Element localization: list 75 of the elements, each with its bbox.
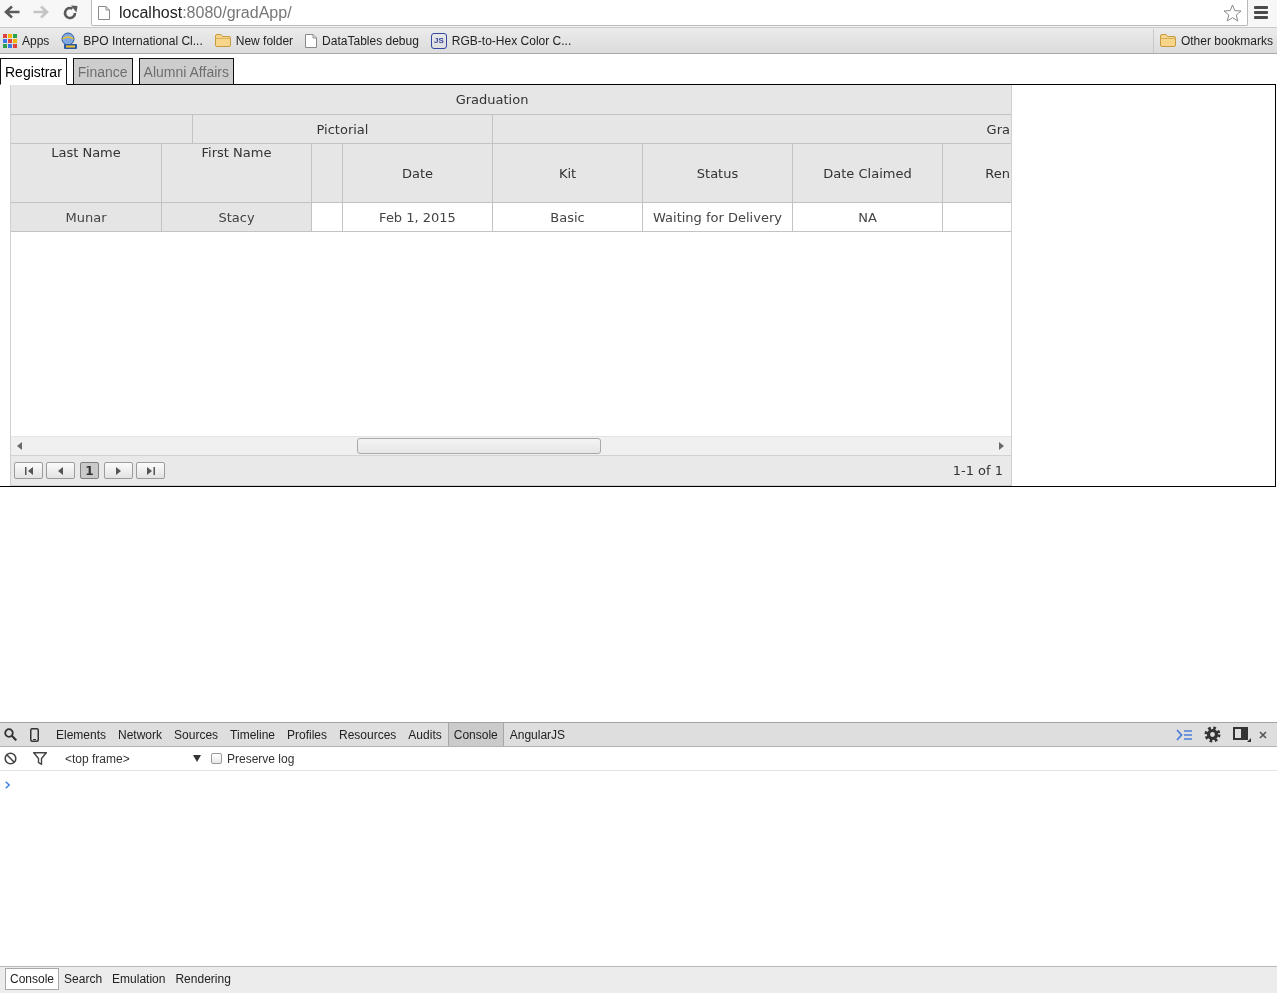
- close-icon[interactable]: [1259, 730, 1267, 739]
- page-icon: [98, 5, 110, 20]
- page-summary: 1-1 of 1: [952, 463, 1003, 478]
- triangle-right-icon: [116, 466, 121, 475]
- devtools-tab[interactable]: Profiles: [281, 723, 333, 746]
- bookmark-link[interactable]: Other bookmarks: [1159, 30, 1273, 51]
- prompt-list-icon[interactable]: [1176, 728, 1192, 741]
- devtools-tab[interactable]: Audits: [402, 723, 448, 746]
- bookmark-link[interactable]: Apps: [3, 30, 56, 51]
- mobile-device-icon[interactable]: [30, 727, 39, 742]
- globe-logo-icon: [61, 32, 79, 49]
- drawer-tab[interactable]: Emulation: [107, 968, 171, 990]
- drawer-tab[interactable]: Rendering: [170, 968, 236, 990]
- column-group-header: Pictorial: [316, 121, 369, 137]
- reload-icon[interactable]: [62, 5, 78, 21]
- column-header[interactable]: Kit: [558, 165, 577, 181]
- devtools-tab[interactable]: Sources: [168, 723, 225, 746]
- checkbox-label[interactable]: Preserve log: [227, 751, 295, 766]
- scroll-right-icon[interactable]: [999, 442, 1004, 450]
- caret-icon: [193, 755, 201, 762]
- last-page-button[interactable]: [136, 462, 165, 479]
- js-logo: JS: [430, 32, 447, 49]
- folder-icon: [214, 34, 231, 47]
- prompt-icon: [5, 781, 10, 789]
- page-icon: [305, 33, 318, 48]
- first-page-button[interactable]: [14, 462, 43, 479]
- table-cell: Waiting for Delivery: [653, 209, 782, 225]
- star-icon[interactable]: [1223, 3, 1242, 22]
- bookmark-link[interactable]: BPO International Cl...: [61, 30, 209, 51]
- apps-grid-icon: [3, 33, 17, 48]
- page-button[interactable]: 1: [80, 462, 99, 479]
- column-group-header: Gra: [986, 121, 1010, 137]
- drawer-tab[interactable]: Search: [59, 968, 108, 990]
- devtools-tab[interactable]: Console: [447, 723, 504, 746]
- dock-panel-icon[interactable]: [1233, 727, 1251, 742]
- column-header[interactable]: First Name: [201, 145, 272, 160]
- table-cell: Feb 1, 2015: [379, 209, 456, 225]
- devtools-tab[interactable]: AngularJS: [503, 723, 572, 746]
- address-bar[interactable]: localhost:8080/gradApp/: [91, 0, 1248, 26]
- drawer-tab[interactable]: Console: [5, 968, 60, 990]
- folder-icon: [1159, 34, 1176, 47]
- previous-page-button[interactable]: [46, 462, 75, 479]
- tab[interactable]: Registrar: [0, 58, 67, 85]
- skip-last-icon: [146, 466, 155, 475]
- filter-icon[interactable]: [33, 752, 47, 765]
- settings-icon[interactable]: [1204, 726, 1221, 743]
- triangle-left-icon: [58, 466, 63, 475]
- column-header[interactable]: Date Claimed: [823, 165, 912, 181]
- search-icon[interactable]: [4, 728, 17, 741]
- devtools-tab[interactable]: Elements: [50, 723, 113, 746]
- column-header[interactable]: Last Name: [51, 145, 121, 160]
- column-header[interactable]: Status: [696, 165, 739, 181]
- bookmark-link[interactable]: DataTables debug: [305, 30, 425, 51]
- bookmark-link[interactable]: JS RGB-to-Hex Color C...: [430, 30, 578, 51]
- devtools-tab[interactable]: Network: [112, 723, 169, 746]
- column-header[interactable]: Ren: [985, 165, 1010, 181]
- frame-select[interactable]: <top frame>: [65, 751, 201, 766]
- scroll-left-icon[interactable]: [17, 442, 22, 450]
- skip-first-icon: [24, 466, 33, 475]
- table-cell: Basic: [550, 209, 585, 225]
- table-cell: Stacy: [218, 209, 255, 225]
- scrollbar-track[interactable]: [11, 436, 1011, 455]
- table-cell: NA: [858, 209, 877, 225]
- menu-icon[interactable]: [1254, 6, 1268, 19]
- back-arrow-icon[interactable]: [4, 5, 20, 19]
- bookmark-link[interactable]: New folder: [214, 30, 300, 51]
- table-cell: Munar: [65, 209, 107, 225]
- next-page-button[interactable]: [104, 462, 133, 479]
- devtools-tab[interactable]: Timeline: [224, 723, 281, 746]
- devtools-tab[interactable]: Resources: [333, 723, 403, 746]
- scrollbar-thumb[interactable]: [357, 438, 601, 454]
- checkbox[interactable]: [211, 753, 222, 764]
- clear-icon[interactable]: [4, 752, 17, 765]
- column-header[interactable]: Date: [401, 165, 434, 181]
- grid-title: Graduation: [455, 92, 529, 107]
